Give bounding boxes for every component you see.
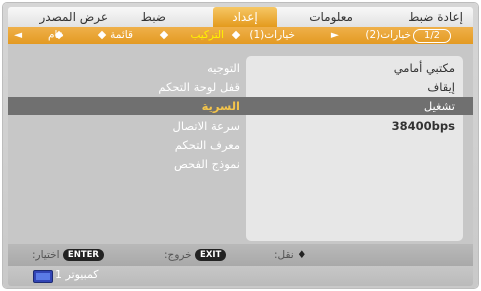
tab-arrow-right-icon[interactable]: ► <box>331 27 339 44</box>
menu-adjust[interactable]: ضبط <box>141 7 166 27</box>
tab-separator <box>159 30 169 40</box>
computer-source-icon <box>33 270 53 283</box>
tab-arrow-left-icon[interactable]: ◄ <box>14 27 22 44</box>
setting-label-test-pattern[interactable]: نموذج الفحص <box>160 157 240 171</box>
enter-key-icon: ENTER <box>62 249 104 261</box>
setting-label-control-id[interactable]: معرف التحكم <box>160 138 240 152</box>
tab-options-1[interactable]: خيارات(1) <box>249 27 295 44</box>
menu-source-select[interactable]: عرض المصدر <box>39 7 108 27</box>
hint-move: ♦ نقل: <box>274 249 307 263</box>
menu-info[interactable]: معلومات <box>309 7 353 27</box>
top-menu-bar: إعادة ضبط معلومات إعداد ضبط عرض المصدر <box>8 7 473 27</box>
menu-reset[interactable]: إعادة ضبط <box>408 7 463 27</box>
tab-installation[interactable]: التركيب <box>190 27 224 44</box>
page-indicator: 1/2 <box>413 29 451 43</box>
setting-label-orientation[interactable]: التوجيه <box>160 61 240 75</box>
hint-exit: EXIT خروج: <box>164 249 227 263</box>
menu-setup[interactable]: إعداد <box>213 7 277 27</box>
hint-select: ENTER اختيار: <box>32 249 104 263</box>
setting-value-panel-lock[interactable]: إيقاف <box>250 80 455 94</box>
tab-separator <box>231 30 241 40</box>
hint-exit-label: خروج: <box>164 249 192 261</box>
move-arrows-icon: ♦ <box>297 249 307 261</box>
setting-value-security[interactable]: تشغيل <box>250 99 455 113</box>
setting-label-panel-lock[interactable]: قفل لوحة التحكم <box>158 80 240 94</box>
submenu-tab-strip: ► خيارات(2) خيارات(1) التركيب قائمة عام … <box>8 27 473 44</box>
tab-options-2[interactable]: خيارات(2) <box>365 27 411 44</box>
hint-select-label: اختيار: <box>32 249 60 261</box>
current-source-label: كمبيوتر 1 <box>55 268 99 281</box>
setting-value-orientation[interactable]: مكتبي أمامي <box>250 61 455 75</box>
setting-label-security[interactable]: السرية <box>160 99 240 113</box>
status-bar: كمبيوتر 1 <box>8 266 473 286</box>
key-hints-bar: ENTER اختيار: EXIT خروج: ♦ نقل: <box>8 244 473 266</box>
hint-move-label: نقل: <box>274 249 294 261</box>
tab-separator <box>97 30 107 40</box>
setting-label-baud-rate[interactable]: سرعة الاتصال <box>160 119 240 133</box>
tab-menu[interactable]: قائمة <box>110 27 133 44</box>
setting-value-baud-rate[interactable]: 38400bps <box>250 119 455 133</box>
tab-general[interactable]: عام <box>48 27 64 44</box>
exit-key-icon: EXIT <box>195 249 227 261</box>
